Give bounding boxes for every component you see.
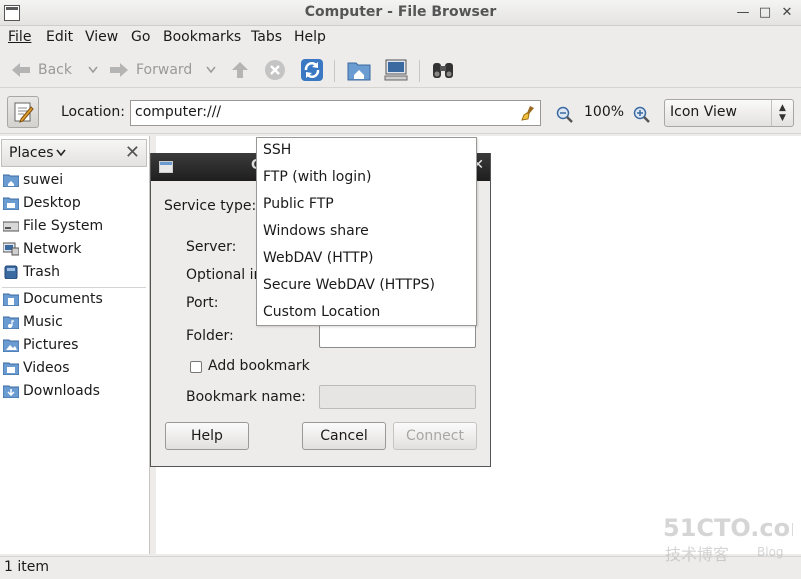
network-icon: [3, 242, 19, 256]
toolbar-separator: [419, 60, 420, 82]
service-type-option[interactable]: Public FTP: [257, 192, 476, 219]
toolbar-separator: [334, 60, 335, 82]
service-type-dropdown: SSH FTP (with login) Public FTP Windows …: [256, 137, 477, 326]
stop-icon: [265, 60, 285, 80]
maximize-icon[interactable]: □: [755, 3, 775, 23]
select-arrows-icon: ▲ ▼: [771, 100, 793, 126]
computer-button[interactable]: [384, 58, 408, 82]
search-button[interactable]: [431, 58, 455, 82]
service-type-option[interactable]: FTP (with login): [257, 165, 476, 192]
sidebar-item-desktop[interactable]: Desktop: [0, 192, 148, 214]
close-window-icon[interactable]: ✕: [777, 3, 797, 23]
optional-info-label: Optional in: [186, 267, 263, 283]
menu-file[interactable]: File: [8, 29, 31, 45]
videos-folder-icon: [3, 362, 19, 375]
clear-brush-icon[interactable]: [520, 105, 536, 121]
svg-text:51CTO.com: 51CTO.com: [663, 514, 793, 542]
desktop-folder-icon: [3, 197, 19, 210]
sidebar-item-home[interactable]: suwei: [0, 169, 148, 191]
up-button[interactable]: [230, 58, 250, 82]
minimize-icon[interactable]: —: [733, 3, 753, 23]
chevron-down-icon: [206, 66, 216, 74]
sidebar-item-documents[interactable]: Documents: [0, 288, 148, 310]
zoom-in-icon[interactable]: [633, 106, 651, 124]
back-button[interactable]: Back: [10, 58, 98, 82]
home-button[interactable]: [347, 58, 371, 82]
forward-button[interactable]: Forward: [108, 58, 216, 82]
trash-icon: [4, 265, 18, 279]
sidebar-item-network[interactable]: Network: [0, 238, 148, 260]
location-edit-toggle[interactable]: [7, 96, 39, 128]
folder-label: Folder:: [186, 328, 234, 344]
menu-help[interactable]: Help: [294, 29, 326, 45]
downloads-folder-icon: [3, 385, 19, 398]
reload-button[interactable]: [300, 58, 324, 82]
places-sidebar: Places ✕ suwei Desktop File System Netwo…: [0, 136, 150, 554]
music-folder-icon: [3, 316, 19, 329]
connect-button[interactable]: Connect: [393, 422, 477, 450]
binoculars-icon: [433, 63, 453, 78]
drive-icon: [3, 221, 19, 232]
reload-icon: [301, 59, 323, 81]
location-label: Location:: [61, 104, 125, 120]
folder-input[interactable]: [319, 324, 476, 348]
location-bar: Location: computer:/// 100% Icon View ▲ ▼: [0, 92, 801, 134]
add-bookmark-checkbox[interactable]: [190, 361, 202, 373]
computer-icon: [384, 59, 408, 81]
menu-bookmarks[interactable]: Bookmarks: [163, 29, 241, 45]
sidebar-item-videos[interactable]: Videos: [0, 357, 148, 379]
up-arrow-icon: [232, 62, 248, 78]
service-type-option[interactable]: Secure WebDAV (HTTPS): [257, 273, 476, 300]
cancel-button[interactable]: Cancel: [302, 422, 386, 450]
back-arrow-icon: [12, 63, 30, 77]
sidebar-item-pictures[interactable]: Pictures: [0, 334, 148, 356]
stop-button[interactable]: [264, 58, 286, 82]
places-header[interactable]: Places ✕: [1, 139, 147, 167]
menu-tabs[interactable]: Tabs: [251, 29, 282, 45]
toolbar: Back Forward: [0, 52, 801, 88]
statusbar: 1 item: [0, 556, 801, 579]
menu-view[interactable]: View: [85, 29, 118, 45]
dialog-window-icon: [159, 161, 173, 173]
help-button[interactable]: Help: [165, 422, 249, 450]
zoom-level[interactable]: 100%: [584, 104, 624, 120]
menu-go[interactable]: Go: [131, 29, 150, 45]
window-title: Computer - File Browser: [304, 4, 497, 20]
places-label: Places: [9, 145, 54, 161]
home-folder-icon: [347, 62, 371, 81]
edit-document-icon: [14, 102, 34, 123]
chevron-down-icon: [88, 66, 98, 74]
window-titlebar: Computer - File Browser — □ ✕: [0, 0, 801, 26]
sidebar-item-filesystem[interactable]: File System: [0, 215, 148, 237]
menu-edit[interactable]: Edit: [46, 29, 73, 45]
service-type-label: Service type:: [164, 198, 257, 214]
sidebar-item-downloads[interactable]: Downloads: [0, 380, 148, 402]
add-bookmark-label[interactable]: Add bookmark: [208, 358, 310, 374]
menubar: File Edit View Go Bookmarks Tabs Help: [0, 26, 801, 50]
sidebar-item-trash[interactable]: Trash: [0, 261, 148, 283]
port-label: Port:: [186, 295, 219, 311]
server-label: Server:: [186, 239, 237, 255]
close-sidebar-icon[interactable]: ✕: [125, 142, 140, 163]
status-text: 1 item: [4, 559, 49, 575]
zoom-out-icon[interactable]: [556, 106, 574, 124]
service-type-option[interactable]: Custom Location: [257, 300, 476, 327]
sidebar-item-music[interactable]: Music: [0, 311, 148, 333]
service-type-option[interactable]: WebDAV (HTTP): [257, 246, 476, 273]
documents-folder-icon: [3, 293, 19, 306]
view-mode-select[interactable]: Icon View ▲ ▼: [664, 99, 794, 127]
chevron-down-icon: [55, 149, 66, 157]
service-type-option[interactable]: Windows share: [257, 219, 476, 246]
bookmark-name-input[interactable]: [319, 385, 476, 409]
location-input[interactable]: computer:///: [130, 100, 541, 126]
forward-arrow-icon: [110, 63, 128, 77]
service-type-option[interactable]: SSH: [257, 138, 476, 165]
bookmark-name-label: Bookmark name:: [186, 389, 306, 405]
pictures-folder-icon: [3, 339, 19, 352]
home-folder-icon: [3, 174, 19, 187]
